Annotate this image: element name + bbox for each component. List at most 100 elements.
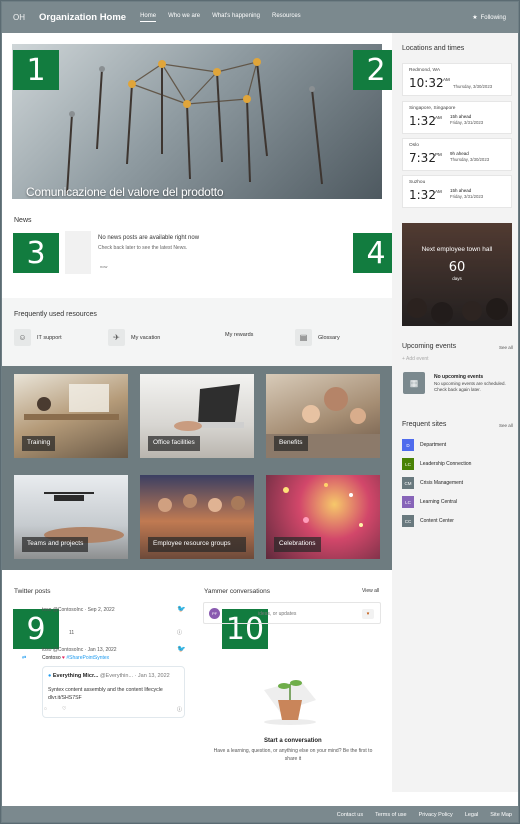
location-city: Redmond, WA [409,68,441,73]
site-badge: LC [402,458,414,470]
frequent-sites-title: Frequent sites [402,421,447,428]
info-icon[interactable]: ⓘ [177,629,182,636]
location-offset: 9h ahead [450,151,469,156]
nav-resources[interactable]: Resources [272,13,301,22]
tweet-1-like-count[interactable]: 11 [69,630,74,636]
location-ampm: PM [435,152,442,157]
plane-icon: ✈ [108,329,125,346]
tile-label: Teams and projects [22,537,89,552]
tile-office-facilities[interactable]: Office facilities [140,374,254,458]
nav-whats-happening[interactable]: What's happening [212,13,260,22]
resources-title: Frequently used resources [14,311,97,318]
twitter-avatar-icon: ● [48,673,52,679]
events-see-all[interactable]: See all [499,345,513,350]
hero-caption: Comunicazione del valore del prodotto [26,185,224,199]
tile-label: Office facilities [148,436,200,451]
location-offset: 15h ahead [450,188,472,193]
marker-1: 1 [13,50,59,90]
tile-celebrations[interactable]: Celebrations [266,475,380,559]
quoted-handle: @Everythin... · Jan 13, 2022 [99,673,170,679]
hero-banner[interactable]: Comunicazione del valore del prodotto [12,44,382,199]
tile-benefits[interactable]: Benefits [266,374,380,458]
location-ampm: AM [435,189,442,194]
tile-teams-and-projects[interactable]: Teams and projects [14,475,128,559]
site-footer: Contact us Terms of use Privacy Policy L… [2,806,518,822]
footer-legal[interactable]: Legal [465,812,478,818]
location-time: 10:32 [409,76,444,90]
events-empty-title: No upcoming events [434,374,484,380]
twitter-bird-icon[interactable]: 🐦 [177,605,186,613]
footer-terms-of-use[interactable]: Terms of use [375,812,406,818]
tweet-2-handle: toso @ContosoInc · Jan 13, 2022 [42,647,117,653]
countdown-title: Next employee town hall [421,246,493,253]
location-date: Thursday, 3/30/2023 [450,157,490,162]
footer-privacy-policy[interactable]: Privacy Policy [419,812,453,818]
site-badge: D [402,439,414,451]
tile-training[interactable]: Training [14,374,128,458]
hero-image [66,58,323,195]
location-card: Redmond, WA 10:32 AM Thursday, 3/30/2023 [402,63,512,96]
footer-site-map[interactable]: Site Map [490,812,512,818]
resource-glossary[interactable]: ▤ Glossary [295,329,340,346]
post-type-icon[interactable]: ▾ [362,609,374,619]
tile-label: Employee resource groups [148,537,246,552]
location-date: Thursday, 3/30/2023 [453,84,493,89]
avatar: PF [209,608,220,619]
news-title: News [14,217,32,224]
news-empty-title: No news posts are available right now [98,235,200,241]
quoted-author: ● Everything Micr... @Everythin... · Jan… [48,673,170,679]
quoted-text: Syntex content assembly and the content … [48,687,163,701]
follow-button[interactable]: ★ Following [472,14,506,22]
tweet-2-author: Contoso [42,655,61,661]
location-card: Singapore, Singapore 1:32 AM 15h ahead F… [402,101,512,134]
events-title: Upcoming events [402,343,457,350]
site-learning-central[interactable]: LC Learning Central [402,496,457,508]
location-city: Oslo [409,143,419,148]
site-content-center[interactable]: CC Content Center [402,515,454,527]
resource-my-rewards[interactable]: My rewards [225,332,253,338]
page-frame: OH Organization Home Home Who we are Wha… [1,1,519,823]
retweet-icon: ⇄ [22,655,27,661]
twitter-bird-icon[interactable]: 🐦 [177,645,186,653]
star-icon: ★ [472,15,478,21]
countdown-number: 60 [448,260,466,275]
news-placeholder-card [65,231,91,274]
frequent-sites-see-all[interactable]: See all [499,423,513,428]
resource-label: My rewards [225,332,254,338]
resource-my-vacation[interactable]: ✈ My vacation [108,329,160,346]
location-card: Oslo 7:32 PM 9h ahead Thursday, 3/30/202… [402,138,512,171]
yammer-view-all[interactable]: View all [362,588,379,594]
location-date: Friday, 3/31/2023 [450,120,484,125]
info-icon[interactable]: ⓘ [177,706,182,713]
yammer-composer[interactable]: PF ideas, or updates ▾ [203,602,381,624]
site-leadership-connection[interactable]: LC Leadership Connection [402,458,471,470]
nav-who-we-are[interactable]: Who we are [168,13,200,22]
site-crisis-management[interactable]: CM Crisis Management [402,477,463,489]
site-name: Crisis Management [420,480,464,486]
tweet-1-handle: toso @ContosoInc · Sep 2, 2022 [42,607,115,613]
site-name: Content Center [420,518,454,524]
locations-title: Locations and times [402,45,465,52]
like-icon[interactable]: ♡ [62,706,66,712]
town-hall-countdown[interactable]: Next employee town hall 60 days [402,223,512,326]
headset-icon: ☺ [14,329,31,346]
tweet-2-hashtag[interactable]: #SharePointSyntex [66,655,109,661]
resource-label: My vacation [131,334,161,341]
site-title[interactable]: Organization Home [39,12,126,23]
add-event-button[interactable]: + Add event [402,356,429,362]
site-department[interactable]: D Department [402,439,446,451]
tweet-2-text: Contoso ♥ #SharePointSyntex [42,655,109,661]
site-logo[interactable]: OH [13,13,35,22]
nav-home[interactable]: Home [140,13,157,22]
twitter-title: Twitter posts [14,588,51,595]
tile-employee-resource-groups[interactable]: Employee resource groups [140,475,254,559]
yammer-title: Yammer conversations [204,588,270,595]
location-ampm: AM [443,77,450,82]
tile-label: Benefits [274,436,308,451]
news-empty-subtitle: Check back later to see the latest News. [98,245,188,251]
follow-label: Following [480,14,506,21]
resource-it-support[interactable]: ☺ IT support [14,329,62,346]
marker-3: 3 [13,233,59,273]
reply-icon[interactable]: ◌ [44,706,47,712]
footer-contact-us[interactable]: Contact us [337,812,363,818]
